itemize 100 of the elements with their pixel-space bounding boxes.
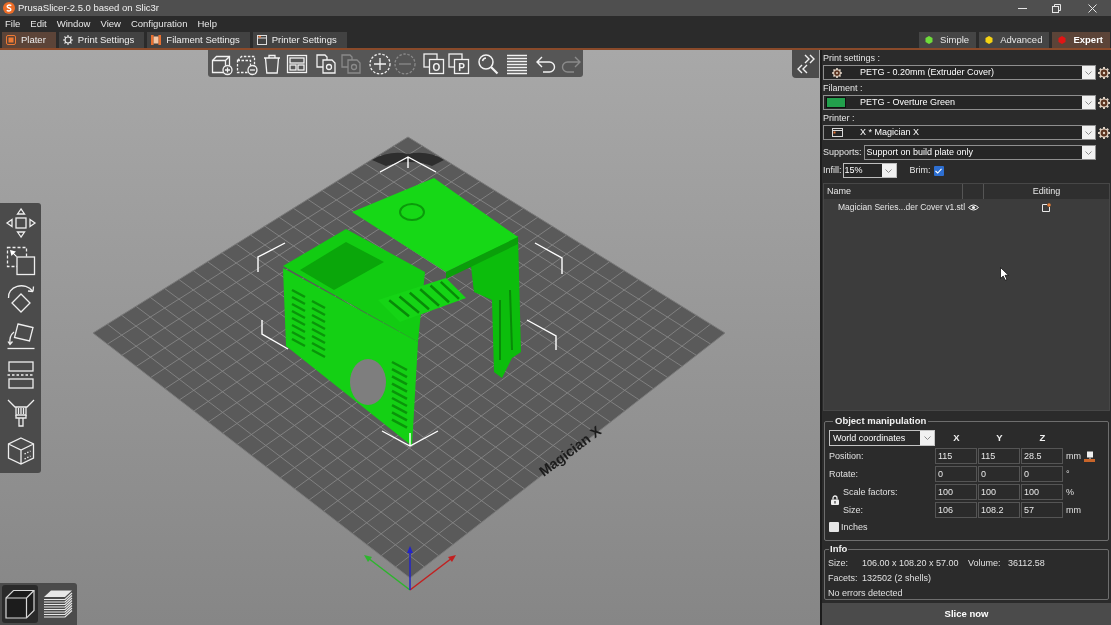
- info-label: Facets:: [828, 572, 859, 585]
- field-label: Position:: [829, 449, 865, 463]
- menu-item[interactable]: Help: [192, 16, 222, 32]
- app-logo-icon: [3, 2, 15, 14]
- unit-label: %: [1066, 485, 1074, 499]
- tab[interactable]: Printer Settings: [252, 32, 347, 48]
- gear-icon: [62, 35, 73, 45]
- scale-squares-icon[interactable]: [4, 245, 37, 277]
- nested-square-icon: [6, 35, 16, 45]
- move-arrows-icon[interactable]: [4, 207, 37, 239]
- caret-icon: [1085, 100, 1092, 105]
- preset-label: Print settings :: [823, 52, 881, 65]
- mouse-pointer-icon: [1000, 267, 1009, 281]
- menu-item[interactable]: View: [95, 16, 126, 32]
- value-field[interactable]: 100: [978, 484, 1020, 501]
- tab[interactable]: Print Settings: [58, 32, 145, 48]
- value-field[interactable]: 115: [935, 448, 977, 465]
- spool-icon: [151, 35, 162, 45]
- menu-item[interactable]: Edit: [25, 16, 52, 32]
- cube-icon: [4, 588, 36, 620]
- gear-icon[interactable]: [1098, 66, 1110, 79]
- value-field[interactable]: 0: [935, 466, 977, 483]
- unit-label: °: [1066, 467, 1070, 481]
- brim-checkbox[interactable]: [933, 165, 944, 176]
- dashed-circle-plus-icon[interactable]: [368, 51, 392, 76]
- menu-item[interactable]: File: [0, 16, 26, 32]
- close-icon: [1087, 3, 1097, 13]
- status-text: No errors detected: [828, 587, 903, 600]
- panel-title: Object manipulation: [834, 414, 928, 428]
- preset-label: Filament :: [823, 82, 863, 95]
- field-label: Infill:: [823, 163, 842, 177]
- collapse-sidebar-button[interactable]: [792, 50, 819, 78]
- value-field[interactable]: 115: [978, 448, 1020, 465]
- field-label: Size:: [843, 503, 864, 517]
- panel-title: Info: [829, 542, 849, 556]
- check-icon: [935, 167, 942, 174]
- caret-icon: [1085, 70, 1092, 75]
- view-mode-button[interactable]: [2, 585, 38, 623]
- axis-header: X: [953, 431, 960, 446]
- info-label: Size:: [828, 557, 849, 570]
- value-field[interactable]: 57: [1021, 502, 1063, 519]
- caret-icon: [923, 436, 931, 441]
- value-field[interactable]: 108.2: [978, 502, 1020, 519]
- window-title: PrusaSlicer-2.5.0 based on Slic3r: [18, 0, 159, 15]
- value-field[interactable]: 100: [1021, 484, 1063, 501]
- window-icon: [832, 128, 843, 137]
- window-icon: [256, 35, 267, 45]
- value-field[interactable]: 0: [978, 466, 1020, 483]
- double-chevrons-icon: [795, 54, 816, 74]
- field-label: Supports:: [823, 145, 862, 159]
- infill-dropdown[interactable]: 15%: [842, 163, 897, 178]
- search-icon[interactable]: [476, 51, 500, 76]
- mode-button[interactable]: Expert: [1052, 32, 1110, 48]
- gear-icon[interactable]: [1098, 126, 1110, 139]
- info-value: 106.00 x 108.20 x 57.00: [862, 557, 960, 570]
- axis-header: Y: [996, 431, 1003, 446]
- column-header: Name: [824, 184, 963, 199]
- value-field[interactable]: 100: [935, 484, 977, 501]
- field-label: Brim:: [909, 163, 931, 177]
- info-label: Volume:: [968, 557, 1002, 570]
- object-name[interactable]: Magician Series...der Cover v1.stl: [838, 201, 966, 212]
- info-value: 36112.58: [1008, 557, 1045, 570]
- value-field[interactable]: 0: [1021, 466, 1063, 483]
- eye-icon[interactable]: [968, 204, 979, 211]
- tab[interactable]: Filament Settings: [147, 32, 250, 48]
- info-value: 132502 (2 shells): [862, 572, 932, 585]
- tab[interactable]: Plater: [2, 32, 56, 48]
- stacked-layers-icon: [42, 588, 74, 620]
- preset-label: Printer :: [823, 112, 855, 125]
- square-dot-icon[interactable]: [1042, 203, 1051, 212]
- menu-item[interactable]: Configuration: [125, 16, 193, 32]
- slice-button[interactable]: Slice now: [822, 603, 1111, 625]
- value-field[interactable]: 28.5: [1021, 448, 1063, 465]
- caret-icon: [1084, 150, 1092, 155]
- box-on-plate-icon[interactable]: [1084, 450, 1095, 462]
- minimize-icon: [1017, 7, 1027, 9]
- field-label: Inches: [841, 520, 868, 534]
- gear-icon[interactable]: [1098, 96, 1110, 109]
- field-label: Scale factors:: [843, 485, 899, 499]
- column-header: Editing: [1031, 185, 1062, 198]
- unit-label: mm: [1066, 449, 1081, 463]
- supports-dropdown[interactable]: Support on build plate only: [863, 145, 1096, 160]
- copy-icon[interactable]: [314, 51, 338, 76]
- unit-label: mm: [1066, 503, 1081, 517]
- caret-icon: [885, 168, 892, 173]
- coordinates-dropdown[interactable]: World coordinates: [829, 430, 935, 447]
- lock-icon: [831, 495, 839, 506]
- gear-icon: [832, 67, 842, 78]
- field-label: Rotate:: [829, 467, 860, 481]
- value-field[interactable]: 106: [935, 502, 977, 519]
- preset-dropdown[interactable]: PETG - Overture Green: [823, 95, 1096, 110]
- restore-icon: [1051, 3, 1061, 13]
- mode-button[interactable]: Advanced: [979, 32, 1050, 48]
- menu-item[interactable]: Window: [51, 16, 96, 32]
- inches-checkbox[interactable]: [829, 522, 839, 533]
- caret-icon: [1085, 130, 1092, 135]
- preset-dropdown[interactable]: X * Magician X: [823, 125, 1096, 140]
- mode-button[interactable]: Simple: [919, 32, 977, 48]
- axis-header: Z: [1039, 431, 1046, 446]
- preset-dropdown[interactable]: PETG - 0.20mm (Extruder Cover): [823, 65, 1096, 80]
